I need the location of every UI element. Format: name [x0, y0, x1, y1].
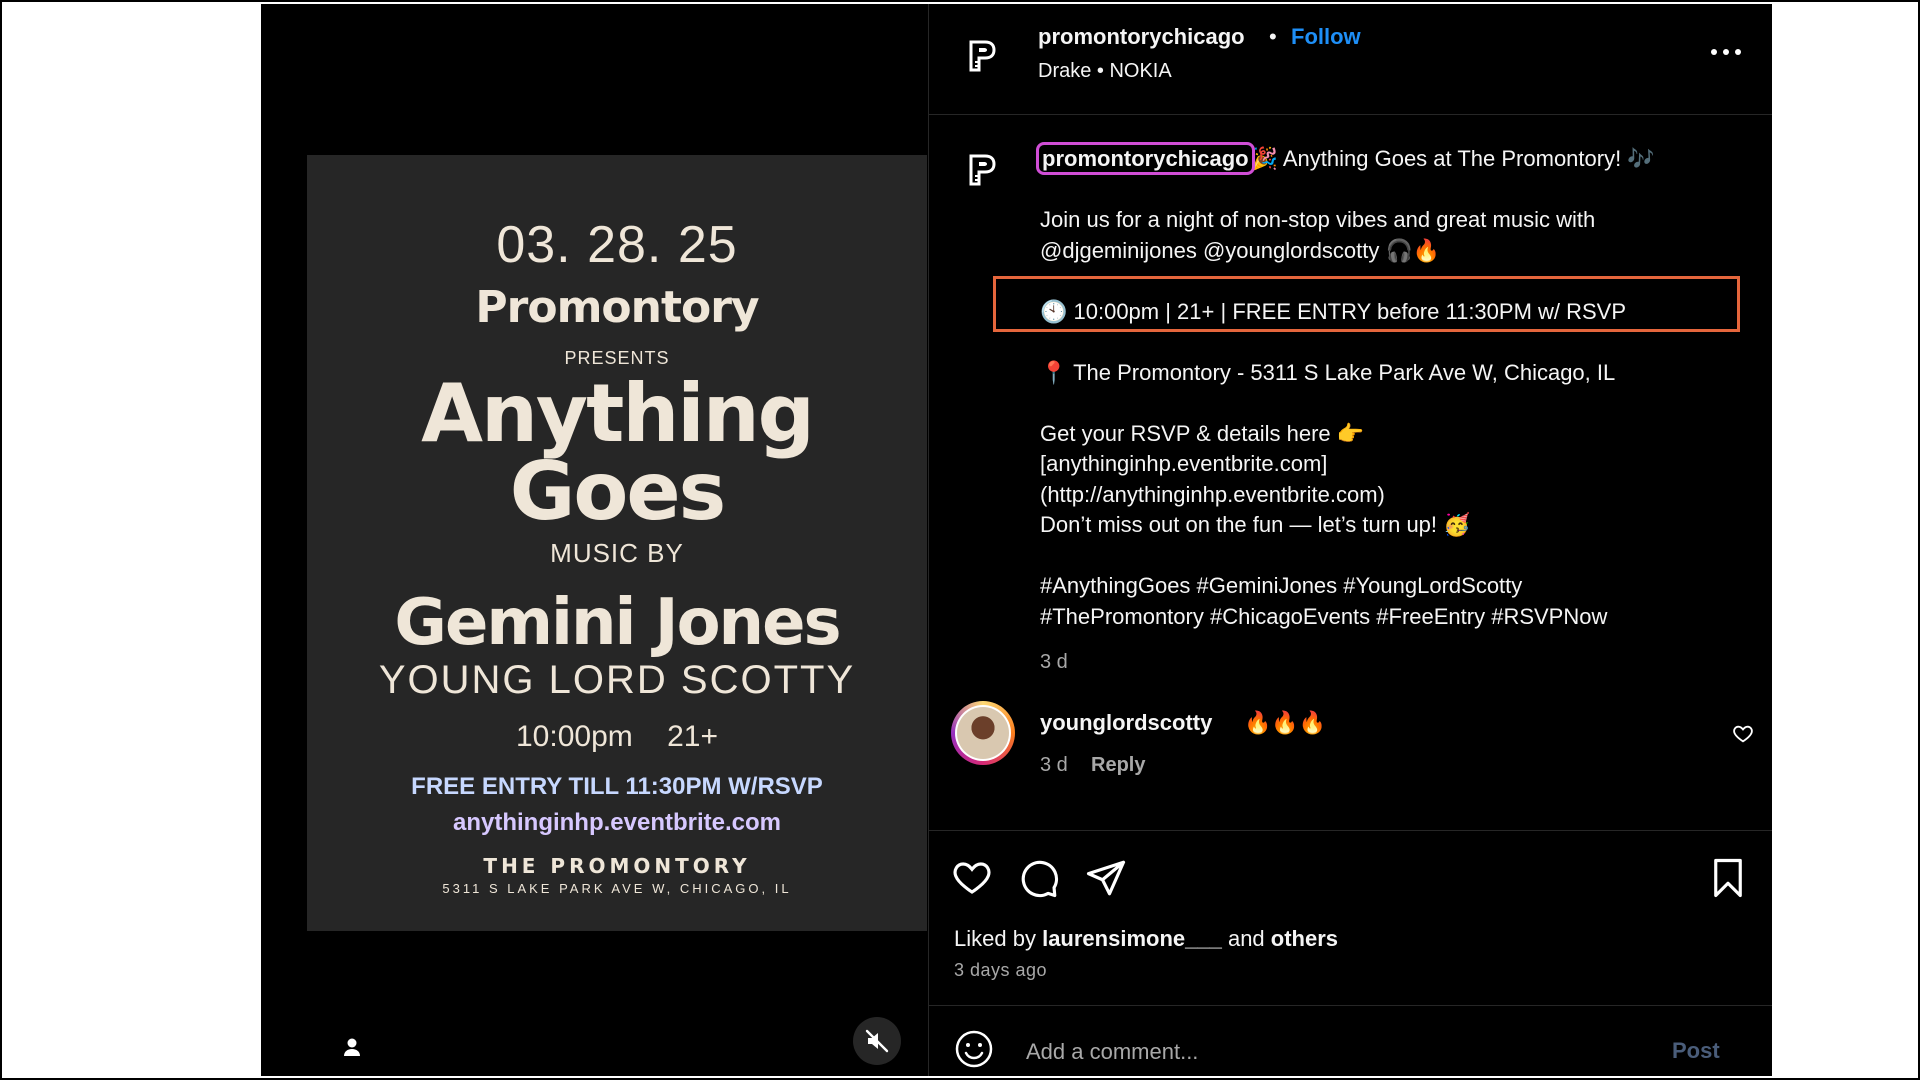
likes-and: and — [1227, 926, 1265, 951]
post-header: promontorychicago • Follow Drake • NOKIA — [929, 4, 1772, 115]
comment-icon — [1021, 860, 1059, 898]
actions-divider — [929, 830, 1772, 831]
caption-line-2: Join us for a night of non-stop vibes an… — [1040, 207, 1596, 232]
caption-time: 3 d — [1040, 651, 1068, 673]
caption-line-3[interactable]: @djgeminijones @younglordscotty 🎧🔥 — [1040, 236, 1740, 267]
poster-time-age: 10:00pm 21+ — [516, 720, 718, 753]
poster-music-by: MUSIC BY — [550, 538, 684, 568]
caption-avatar[interactable] — [963, 150, 1003, 190]
bookmark-icon — [1714, 858, 1742, 898]
comment-username[interactable]: younglordscotty — [1040, 710, 1212, 736]
poster-url: anythinginhp.eventbrite.com — [452, 809, 782, 836]
caption-username[interactable]: promontorychicago — [1036, 142, 1255, 175]
poster-venue: THE PROMONTORY — [483, 854, 751, 878]
caption-line-5: 📍 The Promontory - 5311 S Lake Park Ave … — [1040, 359, 1616, 385]
comment-avatar[interactable] — [951, 701, 1015, 765]
header-username[interactable]: promontorychicago — [1038, 24, 1245, 50]
post-comment-button[interactable]: Post — [1672, 1038, 1720, 1064]
post-sidebar: promontorychicago • Follow Drake • NOKIA… — [928, 4, 1772, 1076]
likes-others[interactable]: others — [1271, 926, 1338, 951]
comment-button[interactable] — [1018, 857, 1060, 899]
caption-line-8[interactable]: (http://anythinginhp.eventbrite.com) — [1040, 480, 1740, 511]
post-modal: 03. 28. 25 Promontory PRESENTS Anything … — [261, 4, 1772, 1076]
share-icon — [1086, 860, 1126, 896]
mute-button[interactable] — [853, 1017, 901, 1065]
caption-line-1: 🎉 Anything Goes at The Promontory! 🎶 — [1250, 146, 1655, 171]
post-caption: promontorychicago🎉 Anything Goes at The … — [1036, 142, 1740, 633]
follow-button[interactable]: Follow — [1291, 24, 1361, 50]
heart-icon — [1733, 725, 1753, 743]
save-button[interactable] — [1707, 857, 1749, 899]
likes-summary: Liked by laurensimone___ and others — [954, 926, 1338, 952]
post-media[interactable]: 03. 28. 25 Promontory PRESENTS Anything … — [261, 4, 928, 1076]
poster-title-line1: Anything — [421, 367, 815, 460]
poster-title-line2: Goes — [509, 445, 727, 538]
avatar-photo — [957, 707, 1009, 759]
caption-line-9: Don’t miss out on the fun — let’s turn u… — [1040, 512, 1471, 537]
user-tag-icon[interactable] — [341, 1036, 363, 1058]
post-time-ago: 3 days ago — [954, 960, 1048, 980]
more-options-button[interactable] — [1706, 42, 1746, 62]
poster-title: Anything Goes — [307, 367, 927, 538]
poster-free-entry: FREE ENTRY TILL 11:30PM W/RSVP — [411, 773, 823, 800]
add-comment-input[interactable] — [1024, 1034, 1628, 1070]
poster-brand: Promontory — [475, 282, 759, 333]
header-separator: • — [1269, 24, 1277, 49]
poster-presents: PRESENTS — [564, 348, 670, 368]
likes-prefix: Liked by — [954, 926, 1036, 951]
reply-button[interactable]: Reply — [1091, 754, 1145, 777]
like-button[interactable] — [951, 857, 993, 899]
caption-hashtags-1[interactable]: #AnythingGoes #GeminiJones #YoungLordSco… — [1040, 571, 1740, 602]
poster-support: YOUNG LORD SCOTTY — [378, 658, 856, 702]
liked-by-user[interactable]: laurensimone___ — [1042, 926, 1222, 951]
poster-headliner: Gemini Jones — [394, 586, 841, 660]
logo-icon[interactable] — [963, 36, 1003, 76]
emoji-button[interactable] — [954, 1029, 994, 1069]
poster-date: 03. 28. 25 — [496, 216, 738, 274]
caption-line-4: 🕙 10:00pm | 21+ | FREE ENTRY before 11:3… — [1040, 298, 1627, 324]
heart-icon — [953, 862, 991, 894]
mute-icon — [865, 1029, 889, 1053]
poster-address: 5311 S LAKE PARK AVE W, CHICAGO, IL — [442, 881, 792, 896]
caption-hashtags-2[interactable]: #ThePromontory #ChicagoEvents #FreeEntry… — [1040, 602, 1740, 633]
event-poster: 03. 28. 25 Promontory PRESENTS Anything … — [307, 155, 927, 931]
header-audio[interactable]: Drake • NOKIA — [1038, 60, 1172, 83]
share-button[interactable] — [1085, 857, 1127, 899]
more-icon — [1711, 49, 1741, 55]
comment-bar-divider — [929, 1005, 1772, 1006]
caption-line-6: Get your RSVP & details here 👉 — [1040, 420, 1365, 446]
emoji-icon — [955, 1030, 993, 1068]
comment-like-button[interactable] — [1732, 723, 1754, 745]
comment-text: 🔥🔥🔥 — [1244, 710, 1327, 735]
comment-time: 3 d — [1040, 754, 1068, 776]
caption-line-7[interactable]: [anythinginhp.eventbrite.com] — [1040, 449, 1740, 480]
